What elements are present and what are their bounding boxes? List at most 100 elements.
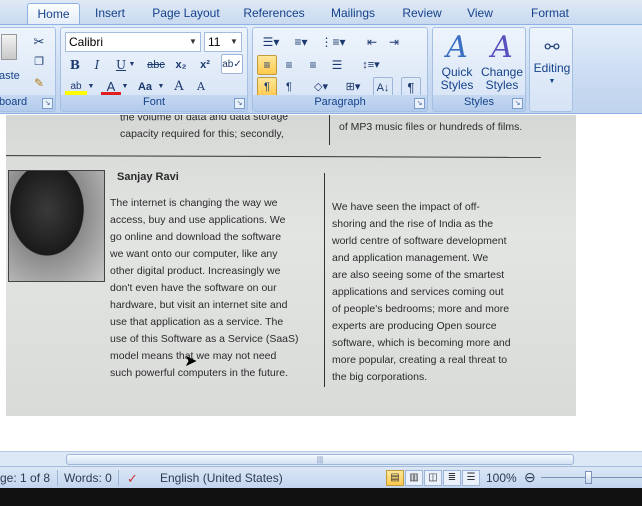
zoom-level[interactable]: 100%: [486, 471, 517, 485]
taskbar-edge: [0, 488, 642, 506]
chevron-down-icon[interactable]: ▼: [157, 77, 165, 97]
decrease-indent-icon[interactable]: ⇤: [361, 32, 383, 52]
word-count[interactable]: Words: 0: [64, 471, 112, 485]
show-marks-icon[interactable]: ¶: [401, 77, 421, 97]
highlighter-icon: ab: [70, 81, 82, 92]
outline-icon[interactable]: ≣: [443, 470, 461, 486]
scan-text-line: capacity required for this; secondly,: [120, 128, 284, 140]
chevron-down-icon: ▼: [189, 37, 197, 46]
change-case-button[interactable]: Aa: [133, 77, 157, 97]
align-left-icon[interactable]: ≡: [257, 55, 277, 75]
print-layout-icon[interactable]: ▤: [386, 470, 404, 486]
multilevel-list-icon[interactable]: ⋮≡▾: [317, 32, 349, 52]
tab-format[interactable]: Format: [522, 3, 578, 24]
rtl-icon[interactable]: ¶: [279, 77, 299, 97]
font-group-label: Font: [61, 95, 247, 111]
chevron-down-icon[interactable]: ▼: [121, 77, 129, 97]
increase-indent-icon[interactable]: ⇥: [383, 32, 405, 52]
subscript-button[interactable]: x₂: [171, 55, 191, 75]
paste-label[interactable]: aste: [0, 70, 20, 82]
tab-mailings[interactable]: Mailings: [324, 3, 382, 24]
scan-text-line: such powerful computers in the future.: [110, 367, 289, 379]
change-styles-icon: A: [491, 30, 513, 65]
mouse-pointer-icon: ➤: [184, 351, 198, 370]
page-count[interactable]: ge: 1 of 8: [0, 471, 50, 485]
justify-icon[interactable]: ☰: [327, 55, 347, 75]
status-separator: [57, 470, 58, 486]
tab-page-layout[interactable]: Page Layout: [146, 3, 226, 24]
change-styles-label: Change Styles: [480, 65, 524, 92]
section-divider: [6, 155, 542, 158]
shrink-font-button[interactable]: A: [191, 77, 211, 97]
quick-styles-button[interactable]: A Quick Styles: [435, 30, 479, 92]
italic-button[interactable]: I: [87, 55, 107, 75]
scan-text-line: hardware, but visit an internet site and: [110, 299, 288, 311]
tab-insert[interactable]: Insert: [86, 3, 134, 24]
scan-text-line: use that application as a service. The: [110, 316, 284, 328]
tab-references[interactable]: References: [240, 3, 308, 24]
tab-review[interactable]: Review: [398, 3, 446, 24]
editing-group: ⚯ Editing ▼: [529, 27, 573, 112]
align-right-icon[interactable]: ≡: [303, 55, 323, 75]
grow-font-button[interactable]: A: [169, 77, 189, 97]
scanned-page-image: the volume of data and data storage capa…: [6, 115, 576, 416]
numbering-icon[interactable]: ≡▾: [287, 32, 315, 52]
status-separator: [118, 470, 119, 486]
language-indicator[interactable]: English (United States): [160, 471, 283, 485]
font-launcher-icon[interactable]: ↘: [234, 98, 245, 109]
font-color-button[interactable]: A: [101, 77, 121, 97]
bold-button[interactable]: B: [65, 55, 85, 75]
line-spacing-icon[interactable]: ↕≡▾: [357, 55, 385, 75]
copy-icon[interactable]: ❐: [29, 52, 49, 72]
scan-text-line: and application management. We: [332, 252, 489, 264]
styles-launcher-icon[interactable]: ↘: [512, 98, 523, 109]
web-layout-icon[interactable]: ◫: [424, 470, 442, 486]
clipboard-launcher-icon[interactable]: ↘: [42, 98, 53, 109]
shading-icon[interactable]: ◇▾: [307, 77, 335, 97]
font-family-select[interactable]: Calibri ▼: [65, 32, 201, 52]
scan-text-line: experts are producing Open source: [332, 320, 497, 332]
superscript-button[interactable]: x²: [195, 55, 215, 75]
bullets-icon[interactable]: ☰▾: [257, 32, 285, 52]
sort-icon[interactable]: A↓: [373, 77, 393, 97]
right-column: We have seen the impact of off-shoring a…: [332, 199, 542, 386]
author-photo: [8, 170, 105, 282]
scan-text-line: of MP3 music files or hundreds of films.: [339, 121, 523, 133]
tab-home[interactable]: Home: [27, 3, 80, 24]
scan-text-line: more popular, creating a real threat to: [332, 354, 508, 366]
cut-icon[interactable]: ✂: [29, 32, 49, 52]
ribbon: aste ✂ ❐ ✎ board ↘ Calibri ▼ 11 ▼ B I U ▼ …: [0, 24, 642, 114]
scan-text-line: We have seen the impact of off-: [332, 201, 480, 213]
proofing-icon[interactable]: ✓: [127, 471, 138, 487]
paste-icon[interactable]: [1, 34, 17, 60]
scan-text-line: are also seeing some of the smartest: [332, 269, 505, 281]
clear-formatting-button[interactable]: ab✓: [221, 54, 243, 74]
horizontal-scrollbar[interactable]: |||: [0, 451, 642, 466]
chevron-down-icon[interactable]: ▼: [127, 55, 137, 75]
author-name: Sanjay Ravi: [117, 171, 179, 183]
highlight-button[interactable]: ab: [65, 77, 87, 97]
scrollbar-thumb[interactable]: |||: [66, 454, 574, 465]
tab-view[interactable]: View: [460, 3, 500, 24]
strikethrough-button[interactable]: abc: [143, 55, 169, 75]
align-center-icon[interactable]: ≡: [279, 55, 299, 75]
format-painter-icon[interactable]: ✎: [29, 73, 49, 93]
editing-button[interactable]: ⚯ Editing ▼: [532, 32, 572, 88]
scan-text-line: don't even have the software on our: [110, 282, 277, 294]
quick-styles-label: Quick Styles: [440, 65, 474, 92]
borders-icon[interactable]: ⊞▾: [339, 77, 367, 97]
scan-text-line: other digital product. Increasingly we: [110, 265, 281, 277]
zoom-out-icon[interactable]: ⊖: [524, 469, 536, 486]
zoom-slider-thumb[interactable]: [585, 471, 592, 484]
font-size-select[interactable]: 11 ▼: [204, 32, 242, 52]
scan-text-line: The internet is changing the way we: [110, 197, 278, 209]
change-styles-button[interactable]: A Change Styles: [479, 30, 525, 92]
draft-icon[interactable]: ☰: [462, 470, 480, 486]
full-screen-reading-icon[interactable]: ▥: [405, 470, 423, 486]
chevron-down-icon: ▼: [548, 78, 556, 85]
chevron-down-icon: ▼: [230, 37, 238, 46]
chevron-down-icon[interactable]: ▼: [87, 77, 95, 97]
scan-text-line: world centre of software development: [332, 235, 507, 247]
ltr-icon[interactable]: ¶: [257, 77, 277, 97]
paragraph-launcher-icon[interactable]: ↘: [414, 98, 425, 109]
